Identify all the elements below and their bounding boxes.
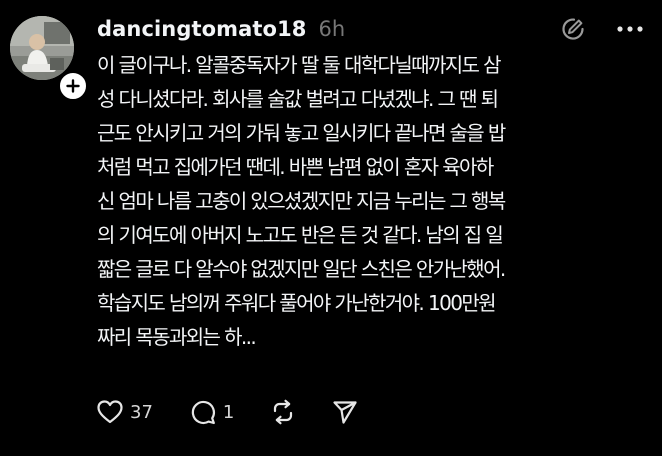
post-text-line: 의 기여도에 아버지 노고도 반은 든 것 같다. 남의 집 일: [97, 223, 504, 247]
follow-button[interactable]: [57, 70, 89, 102]
post-header: dancingtomato18 6h: [97, 12, 345, 46]
like-count: 37: [130, 401, 153, 423]
post-text-line: 신 엄마 나름 고충이 있으셨겠지만 지금 누리는 그 행복: [97, 189, 506, 213]
reply-button[interactable]: 1: [189, 399, 234, 425]
more-options-button[interactable]: [616, 25, 644, 33]
author-username[interactable]: dancingtomato18: [97, 17, 307, 41]
more-icon: [617, 26, 643, 32]
comment-icon: [191, 400, 215, 425]
header-actions: [560, 13, 644, 45]
repost-icon: [274, 399, 293, 425]
post-body: 이 글이구나. 알콜중독자가 딸 둘 대학다닐때까지도 삼 성 다니셨다라. 회…: [97, 48, 652, 354]
post-text-line: 성 다니셨다라. 회사를 술값 벌려고 다녔겠냐. 그 땐 퇴: [97, 87, 499, 111]
post-text-line: 학습지도 남의꺼 주워다 풀어야 가난한거야. 100만원: [97, 291, 497, 315]
post-text-line: 짜리 목동과외는 하...: [97, 325, 257, 349]
post-actions: 37 1: [96, 395, 394, 429]
post-text-line: 근도 안시키고 거의 가둬 놓고 일시키다 끝나면 술을 밥: [97, 121, 506, 145]
post-text-line: 처럼 먹고 집에가던 땐데. 바쁜 남편 없이 혼자 육아하: [97, 155, 494, 179]
plus-icon: [66, 79, 80, 93]
post-text-line: 짧은 글로 다 알수야 없겠지만 일단 스친은 안가난했어.: [97, 257, 506, 281]
edit-circle-icon: [562, 18, 584, 40]
post-text-line: 이 글이구나. 알콜중독자가 딸 둘 대학다닐때까지도 삼: [97, 53, 502, 77]
send-icon: [333, 401, 357, 424]
avatar[interactable]: [10, 16, 74, 80]
post-timestamp: 6h: [318, 17, 346, 41]
repost-button[interactable]: [270, 399, 296, 425]
profile-photo-icon: [10, 16, 74, 80]
heart-icon: [97, 400, 123, 424]
share-button[interactable]: [332, 399, 358, 425]
thread-post: dancingtomato18 6h 이 글이구나. 알콜중독자가 딸 둘 대학…: [0, 0, 662, 456]
reply-count: 1: [222, 401, 235, 423]
author-avatar-group[interactable]: [10, 16, 89, 102]
edit-circle-button[interactable]: [560, 16, 586, 42]
like-button[interactable]: 37: [96, 399, 153, 425]
